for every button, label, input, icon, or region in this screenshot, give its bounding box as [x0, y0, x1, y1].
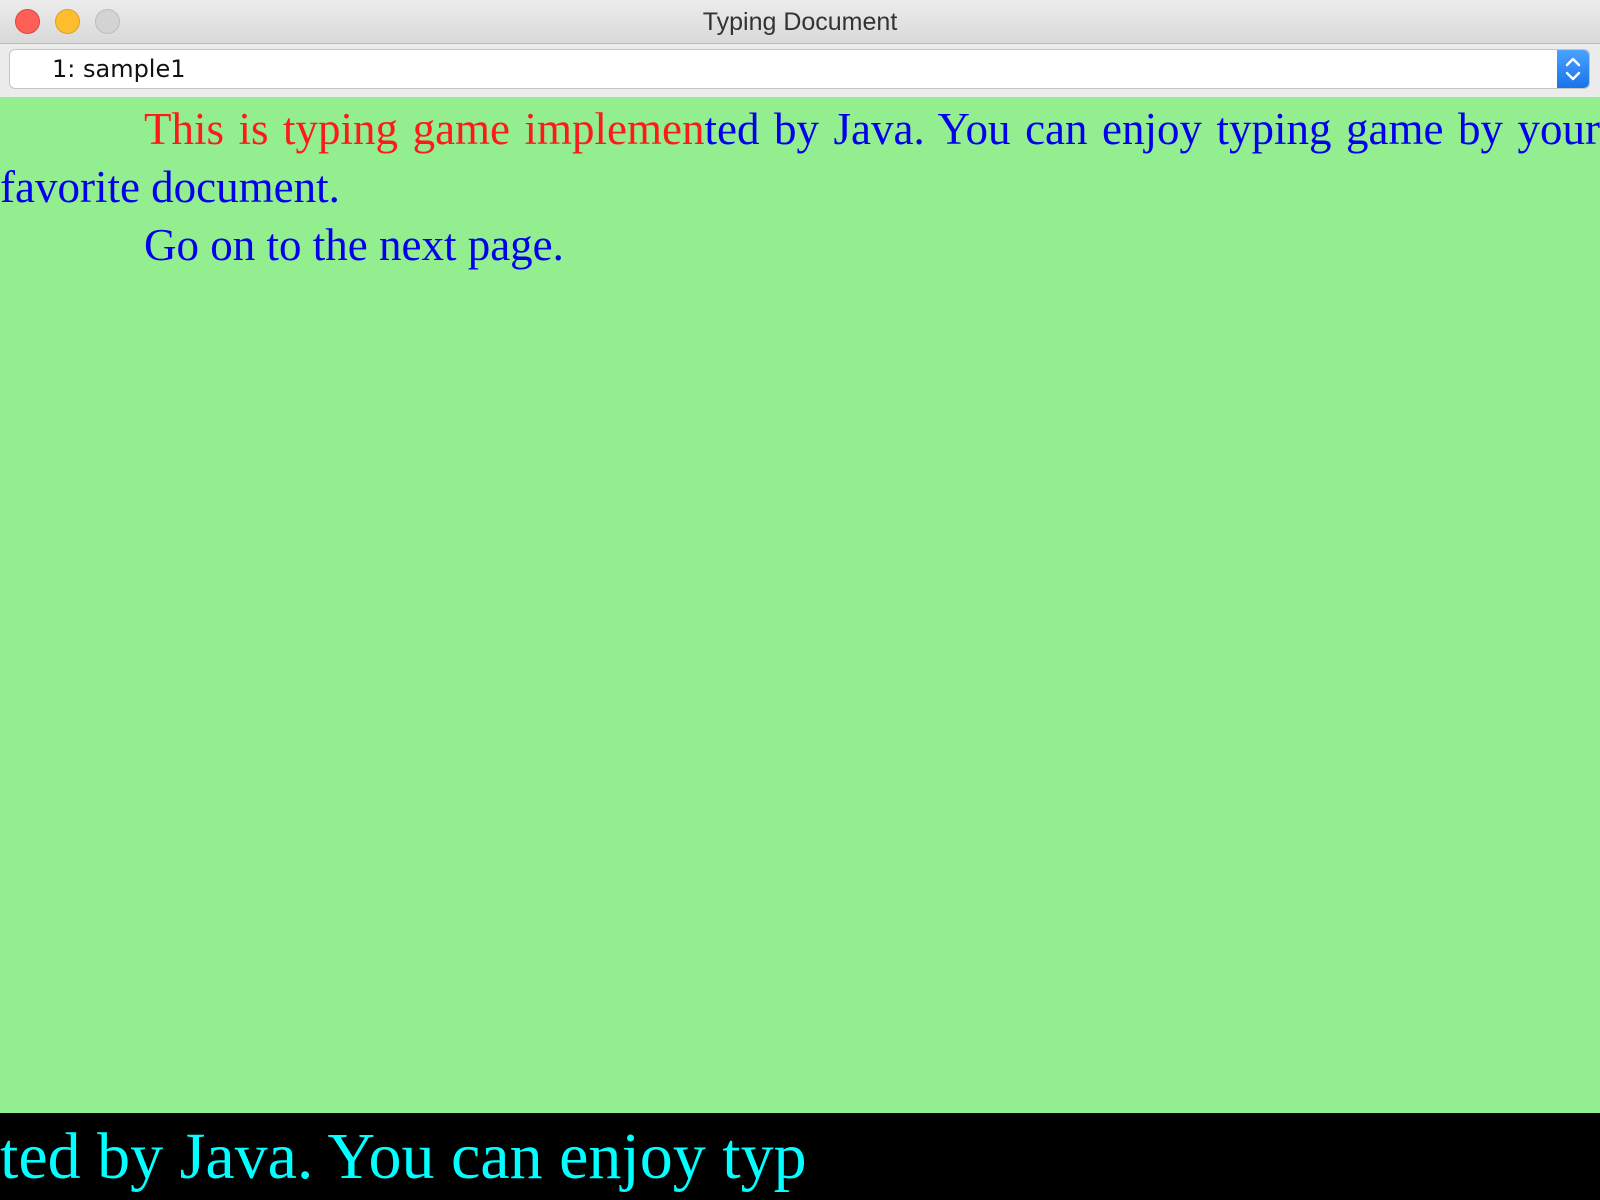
toolbar: 1: sample1 [0, 44, 1600, 97]
typing-document-window: Typing Document 1: sample1 This is typin… [0, 0, 1600, 1200]
document-select-value: 1: sample1 [52, 55, 186, 83]
chevron-up-down-icon[interactable] [1557, 50, 1589, 88]
typing-input-bar[interactable]: ted by Java. You can enjoy typ [0, 1113, 1600, 1200]
document-paragraph: This is typing game implemented by Java.… [0, 100, 1600, 216]
remaining-text: Go on to the next page. [144, 220, 564, 270]
window-title: Typing Document [702, 8, 898, 36]
title-bar[interactable]: Typing Document [0, 0, 1600, 44]
typing-input-text: ted by Java. You can enjoy typ [0, 1120, 807, 1193]
document-select[interactable]: 1: sample1 [9, 49, 1590, 89]
typed-text: This is typing game implemen [144, 104, 705, 154]
document-area: This is typing game implemented by Java.… [0, 97, 1600, 1113]
document-paragraph: Go on to the next page. [0, 216, 1600, 274]
